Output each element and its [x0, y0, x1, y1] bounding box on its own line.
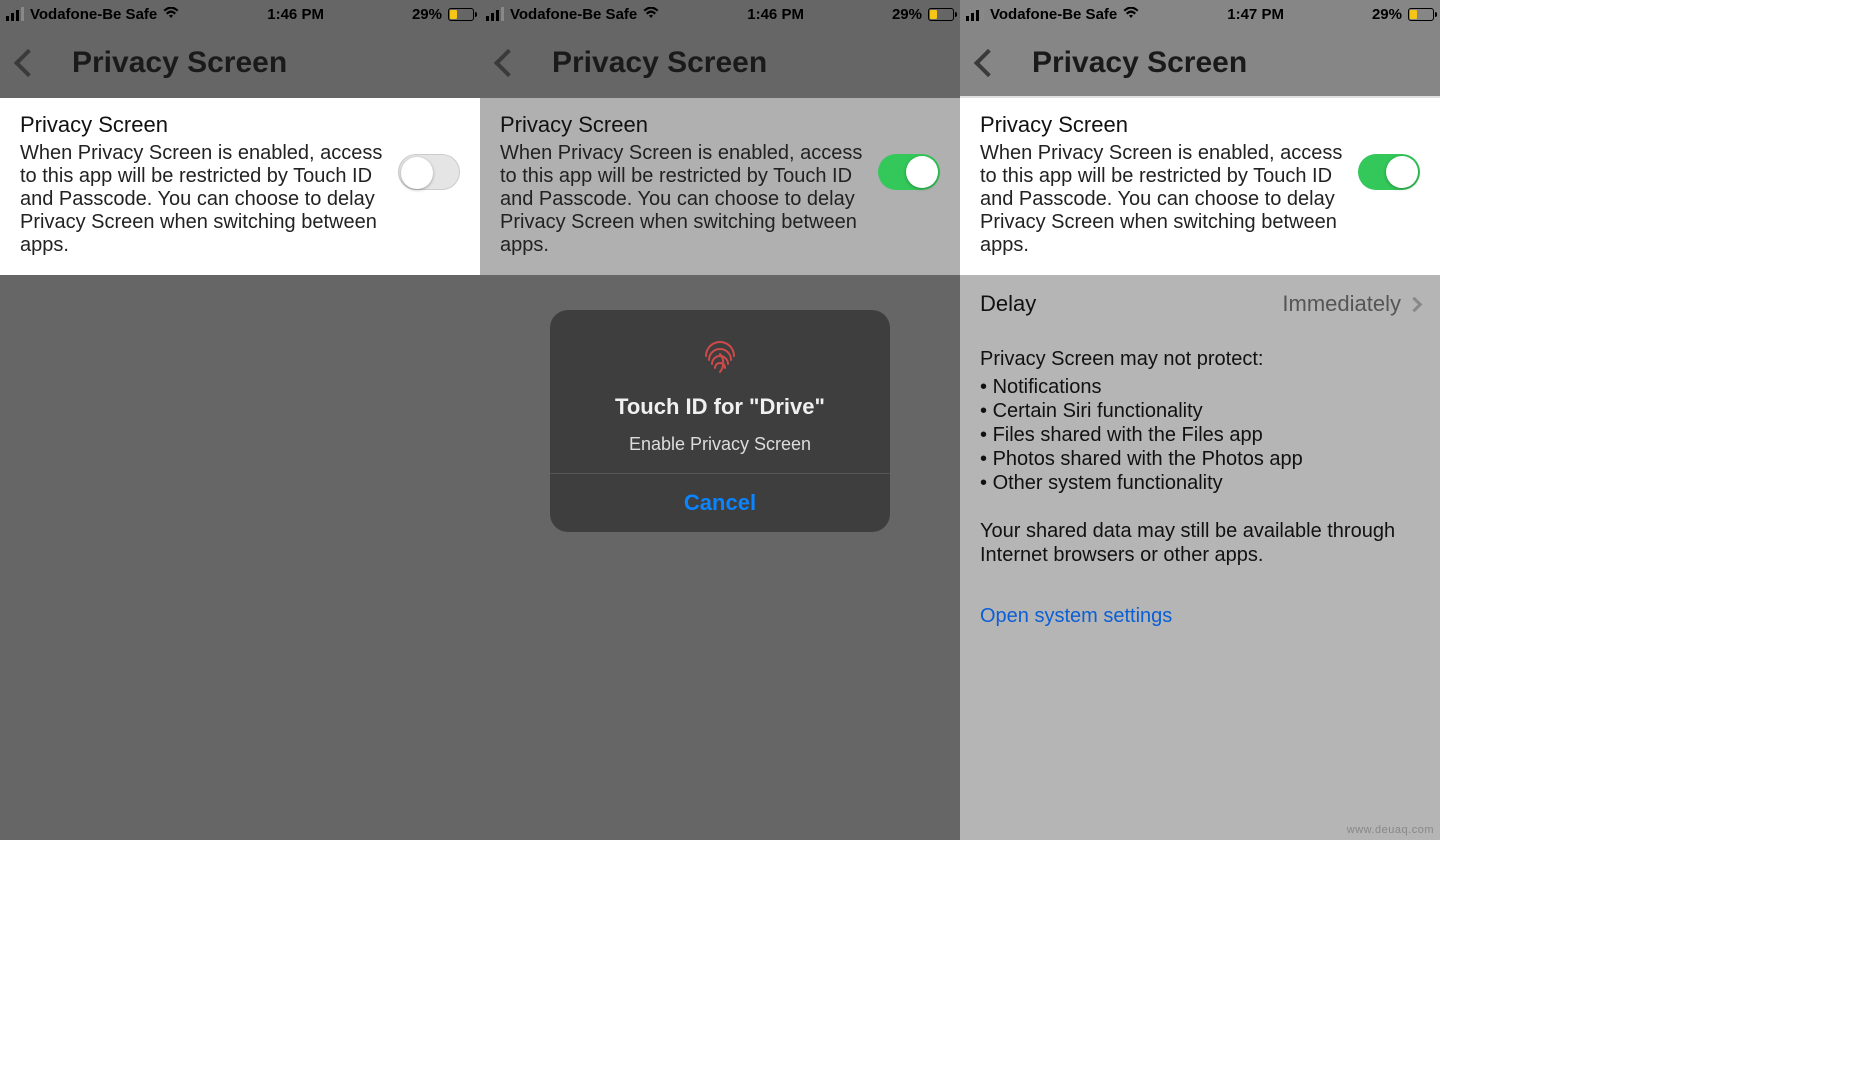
modal-title: Touch ID for "Drive"	[570, 394, 870, 420]
cancel-button[interactable]: Cancel	[550, 473, 890, 532]
clock: 1:46 PM	[659, 6, 892, 23]
nav-header: Privacy Screen	[0, 28, 480, 98]
carrier-label: Vodafone-Be Safe	[30, 6, 157, 23]
page-title: Privacy Screen	[72, 46, 287, 80]
privacy-screen-title: Privacy Screen	[980, 112, 1420, 138]
privacy-screen-description: When Privacy Screen is enabled, access t…	[20, 142, 386, 257]
note-bullet: Files shared with the Files app	[980, 423, 1420, 447]
privacy-screen-description: When Privacy Screen is enabled, access t…	[500, 142, 866, 257]
clock: 1:46 PM	[179, 6, 412, 23]
privacy-notes: Privacy Screen may not protect: Notifica…	[960, 333, 1440, 581]
open-system-settings-link[interactable]: Open system settings	[960, 605, 1192, 628]
note-bullet: Certain Siri functionality	[980, 399, 1420, 423]
back-button[interactable]	[494, 49, 522, 77]
clock: 1:47 PM	[1139, 6, 1372, 23]
note-bullet: Notifications	[980, 375, 1420, 399]
privacy-screen-toggle[interactable]	[1358, 154, 1420, 190]
battery-icon	[928, 8, 954, 21]
wifi-icon	[163, 6, 179, 22]
cellular-signal-icon	[966, 7, 984, 21]
nav-header: Privacy Screen	[960, 28, 1440, 98]
carrier-label: Vodafone-Be Safe	[510, 6, 637, 23]
wifi-icon	[643, 6, 659, 22]
screenshot-3: Vodafone-Be Safe 1:47 PM 29% Privacy Scr…	[960, 0, 1440, 840]
notes-disclaimer: Your shared data may still be available …	[980, 519, 1420, 567]
chevron-right-icon	[1407, 296, 1423, 312]
modal-subtitle: Enable Privacy Screen	[570, 434, 870, 455]
privacy-screen-card: Privacy Screen When Privacy Screen is en…	[0, 98, 480, 275]
back-button[interactable]	[14, 49, 42, 77]
notes-heading: Privacy Screen may not protect:	[980, 347, 1420, 371]
battery-percent: 29%	[892, 6, 922, 23]
screenshot-1: Vodafone-Be Safe 1:46 PM 29% Privacy Scr…	[0, 0, 480, 840]
back-button[interactable]	[974, 49, 1002, 77]
privacy-screen-toggle[interactable]	[398, 154, 460, 190]
status-bar: Vodafone-Be Safe 1:47 PM 29%	[960, 0, 1440, 28]
nav-header: Privacy Screen	[480, 28, 960, 98]
privacy-screen-title: Privacy Screen	[500, 112, 940, 138]
note-bullet: Photos shared with the Photos app	[980, 447, 1420, 471]
page-title: Privacy Screen	[1032, 46, 1247, 80]
privacy-screen-card: Privacy Screen When Privacy Screen is en…	[480, 98, 960, 275]
battery-icon	[448, 8, 474, 21]
privacy-screen-card: Privacy Screen When Privacy Screen is en…	[960, 98, 1440, 275]
privacy-screen-title: Privacy Screen	[20, 112, 460, 138]
fingerprint-icon	[700, 334, 740, 374]
carrier-label: Vodafone-Be Safe	[990, 6, 1117, 23]
cellular-signal-icon	[6, 7, 24, 21]
privacy-screen-description: When Privacy Screen is enabled, access t…	[980, 142, 1346, 257]
note-bullet: Other system functionality	[980, 471, 1420, 495]
wifi-icon	[1123, 6, 1139, 22]
page-title: Privacy Screen	[552, 46, 767, 80]
battery-icon	[1408, 8, 1434, 21]
watermark: www.deuaq.com	[1347, 824, 1434, 836]
delay-row[interactable]: Delay Immediately	[960, 275, 1440, 333]
privacy-screen-toggle[interactable]	[878, 154, 940, 190]
screenshot-2: Vodafone-Be Safe 1:46 PM 29% Privacy Scr…	[480, 0, 960, 840]
battery-percent: 29%	[1372, 6, 1402, 23]
status-bar: Vodafone-Be Safe 1:46 PM 29%	[0, 0, 480, 28]
battery-percent: 29%	[412, 6, 442, 23]
delay-label: Delay	[980, 291, 1036, 317]
touch-id-modal: Touch ID for "Drive" Enable Privacy Scre…	[550, 310, 890, 532]
delay-value: Immediately	[1282, 291, 1401, 317]
cellular-signal-icon	[486, 7, 504, 21]
status-bar: Vodafone-Be Safe 1:46 PM 29%	[480, 0, 960, 28]
